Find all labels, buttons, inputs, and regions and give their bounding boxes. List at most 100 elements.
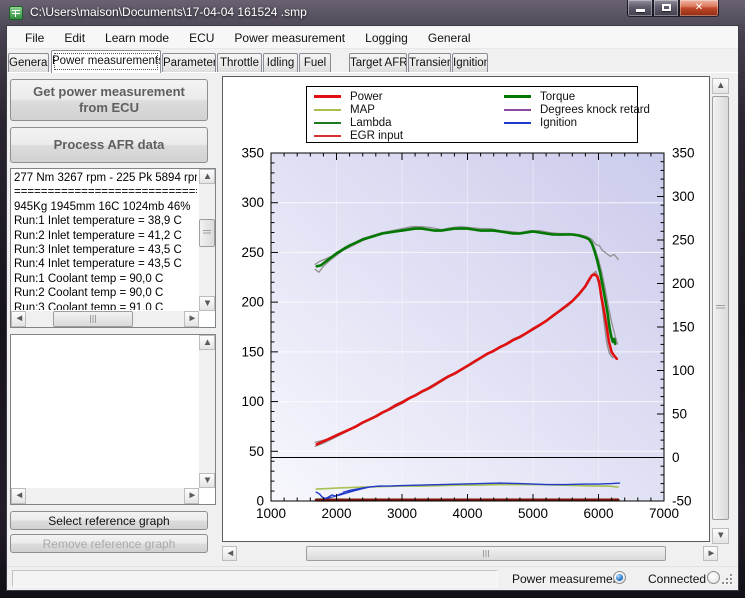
legend-line-swatch [504, 95, 531, 98]
power-torque-chart: 1000200030004000500060007000050100150200… [223, 77, 711, 548]
tab-idling[interactable]: Idling [263, 53, 298, 72]
menu-item-power-measurement[interactable]: Power measurement [224, 28, 355, 48]
svg-text:50: 50 [249, 444, 264, 459]
reference-log-box[interactable]: ▲ ▼ ◄ ► [10, 334, 216, 505]
svg-text:5000: 5000 [518, 506, 548, 521]
log-line: ================================= [14, 185, 197, 199]
legend-item-egr-input: EGR input [314, 129, 403, 142]
log-horizontal-scrollbar[interactable]: ◄ ► [11, 311, 199, 327]
menu-item-file[interactable]: File [15, 28, 54, 48]
reference-vertical-scrollbar[interactable]: ▲ ▼ [199, 335, 215, 488]
legend-label: Ignition [540, 117, 577, 129]
legend-item-lambda: Lambda [314, 116, 403, 129]
svg-text:2000: 2000 [321, 506, 351, 521]
chart-hscroll-thumb[interactable] [306, 546, 666, 561]
power-measurement-status-label: Power measurement [512, 572, 623, 586]
scroll-right-arrow-icon[interactable]: ► [184, 488, 199, 504]
menu-item-edit[interactable]: Edit [54, 28, 95, 48]
log-line: Run:2 Coolant temp = 90,0 C [14, 286, 197, 300]
tab-target-afr[interactable]: Target AFR [349, 53, 407, 72]
svg-text:0: 0 [256, 494, 264, 509]
tab-general[interactable]: General [8, 53, 49, 72]
resize-grip[interactable] [721, 573, 734, 586]
scroll-left-arrow-icon[interactable]: ◄ [222, 546, 237, 561]
tab-parameters[interactable]: Parameters [162, 53, 216, 72]
scroll-up-arrow-icon[interactable]: ▲ [199, 335, 215, 350]
tab-transient[interactable]: Transient [408, 53, 451, 72]
tab-fuel[interactable]: Fuel [299, 53, 331, 72]
scroll-left-arrow-icon[interactable]: ◄ [11, 311, 26, 327]
legend-item-degrees-knock-retard: Degrees knock retard [504, 103, 650, 116]
legend-item-torque: Torque [504, 90, 650, 103]
legend-item-ignition: Ignition [504, 116, 650, 129]
power-measurement-radio[interactable] [613, 571, 626, 584]
legend-line-swatch [314, 109, 341, 111]
legend-line-swatch [314, 95, 341, 98]
window-controls: ✕ [627, 0, 719, 17]
legend-label: Lambda [350, 117, 392, 129]
svg-text:0: 0 [672, 450, 680, 465]
tab-throttle[interactable]: Throttle [217, 53, 262, 72]
svg-text:3000: 3000 [387, 506, 417, 521]
chart-horizontal-scrollbar[interactable]: ◄ ► [222, 546, 718, 561]
svg-text:100: 100 [241, 394, 264, 409]
minimize-button[interactable] [627, 0, 653, 17]
scroll-up-arrow-icon[interactable]: ▲ [199, 169, 215, 184]
select-reference-graph-button[interactable]: Select reference graph [10, 511, 208, 530]
legend-line-swatch [504, 109, 531, 111]
maximize-button[interactable] [653, 0, 679, 17]
tab-ignition[interactable]: Ignition [452, 53, 488, 72]
remove-reference-graph-label: Remove reference graph [43, 537, 176, 551]
connected-status-label: Connected [648, 572, 706, 586]
legend-label: Degrees knock retard [540, 104, 650, 116]
svg-text:300: 300 [672, 189, 695, 204]
scroll-down-arrow-icon[interactable]: ▼ [712, 528, 729, 544]
svg-text:350: 350 [241, 146, 264, 161]
menu-item-general[interactable]: General [418, 28, 481, 48]
status-panel [12, 570, 498, 587]
svg-text:100: 100 [672, 363, 695, 378]
process-afr-data-label: Process AFR data [54, 137, 165, 153]
menu-item-learn-mode[interactable]: Learn mode [95, 28, 179, 48]
svg-text:300: 300 [241, 195, 264, 210]
connected-radio[interactable] [707, 571, 720, 584]
menu-item-ecu[interactable]: ECU [179, 28, 224, 48]
svg-text:4000: 4000 [452, 506, 482, 521]
scroll-down-arrow-icon[interactable]: ▼ [199, 473, 215, 488]
remove-reference-graph-button[interactable]: Remove reference graph [10, 534, 208, 553]
log-line: 277 Nm 3267 rpm - 225 Pk 5894 rpm [14, 171, 197, 185]
legend-line-swatch [504, 122, 531, 124]
close-button[interactable]: ✕ [679, 0, 719, 17]
chart-vscroll-thumb[interactable] [712, 96, 729, 520]
svg-text:-50: -50 [672, 494, 692, 509]
scroll-down-arrow-icon[interactable]: ▼ [199, 296, 215, 311]
menu-item-logging[interactable]: Logging [355, 28, 418, 48]
legend-item-map: MAP [314, 103, 403, 116]
title-bar[interactable]: C:\Users\maison\Documents\17-04-04 16152… [0, 0, 745, 26]
measurement-log-text: 277 Nm 3267 rpm - 225 Pk 5894 rpm=======… [14, 171, 197, 310]
svg-text:200: 200 [672, 276, 695, 291]
log-line: Run:1 Inlet temperature = 38,9 C [14, 214, 197, 228]
legend-line-swatch [314, 122, 341, 124]
log-hscroll-thumb[interactable] [53, 311, 133, 327]
get-power-measurement-button[interactable]: Get power measurement from ECU [10, 79, 208, 121]
measurement-log-box[interactable]: 277 Nm 3267 rpm - 225 Pk 5894 rpm=======… [10, 168, 216, 328]
log-vertical-scrollbar[interactable]: ▲ ▼ [199, 169, 215, 311]
log-vscroll-thumb[interactable] [199, 219, 215, 247]
svg-text:250: 250 [672, 233, 695, 248]
chart-legend: PowerMAPLambdaEGR input TorqueDegrees kn… [306, 86, 638, 143]
reference-horizontal-scrollbar[interactable]: ◄ ► [11, 488, 199, 504]
log-line: Run:1 Coolant temp = 90,0 C [14, 272, 197, 286]
scroll-left-arrow-icon[interactable]: ◄ [11, 488, 26, 504]
tab-power-measurements[interactable]: Power measurements [51, 50, 161, 73]
tab-strip: GeneralPower measurementsParametersThrot… [7, 50, 738, 73]
scroll-right-arrow-icon[interactable]: ► [703, 546, 718, 561]
client-area: FileEditLearn modeECUPower measurementLo… [7, 26, 738, 590]
log-line: Run:3 Inlet temperature = 43,5 C [14, 243, 197, 257]
window-title: C:\Users\maison\Documents\17-04-04 16152… [30, 5, 307, 19]
process-afr-data-button[interactable]: Process AFR data [10, 127, 208, 163]
app-icon [9, 6, 23, 20]
chart-vertical-scrollbar[interactable]: ▲ ▼ [712, 78, 729, 544]
scroll-right-arrow-icon[interactable]: ► [184, 311, 199, 327]
scroll-up-arrow-icon[interactable]: ▲ [712, 78, 729, 94]
